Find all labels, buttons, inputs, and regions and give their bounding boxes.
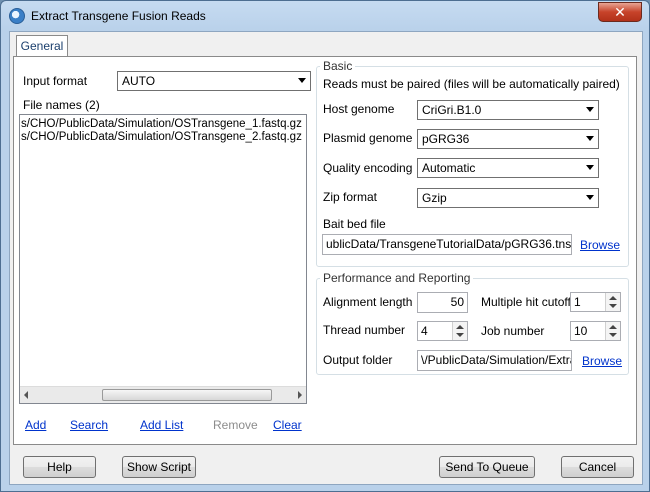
increment-icon[interactable]: [456, 325, 464, 329]
decrement-icon[interactable]: [456, 333, 464, 337]
chevron-down-icon: [586, 136, 594, 141]
tab-general[interactable]: General: [16, 35, 68, 57]
title-bar: Extract Transgene Fusion Reads ✕: [1, 1, 649, 31]
file-list[interactable]: s/CHO/PublicData/Simulation/OSTransgene_…: [19, 114, 307, 404]
scroll-right-icon[interactable]: [298, 391, 302, 399]
app-logo-icon: [9, 8, 25, 24]
window-title: Extract Transgene Fusion Reads: [31, 9, 206, 23]
output-folder-field[interactable]: \/PublicData/Simulation/Extract: [417, 350, 572, 371]
performance-group-title: Performance and Reporting: [320, 271, 474, 285]
stepper-buttons[interactable]: [452, 322, 467, 340]
scrollbar-thumb[interactable]: [102, 389, 272, 401]
basic-group-title: Basic: [320, 59, 356, 73]
input-format-label: Input format: [23, 74, 88, 88]
input-format-value: AUTO: [122, 74, 156, 88]
help-button[interactable]: Help: [23, 456, 96, 478]
bait-bed-label: Bait bed file: [323, 217, 386, 231]
remove-link[interactable]: Remove: [213, 418, 258, 432]
general-tab-panel: Input format AUTO File names (2) s/CHO/P…: [13, 56, 637, 445]
scroll-left-icon[interactable]: [24, 391, 28, 399]
chevron-down-icon: [298, 78, 306, 83]
plasmid-genome-label: Plasmid genome: [323, 131, 413, 145]
dialog-window: Extract Transgene Fusion Reads ✕ General…: [0, 0, 650, 492]
zip-format-label: Zip format: [323, 190, 378, 204]
thread-number-stepper[interactable]: 4: [417, 321, 468, 341]
input-format-select[interactable]: AUTO: [117, 71, 311, 91]
multiple-hit-label: Multiple hit cutoff: [481, 295, 571, 309]
bait-bed-browse-link[interactable]: Browse: [580, 238, 620, 252]
horizontal-scrollbar[interactable]: [20, 386, 306, 403]
plasmid-genome-select[interactable]: pGRG36: [417, 129, 599, 149]
search-link[interactable]: Search: [70, 418, 108, 432]
file-names-label: File names (2): [23, 98, 100, 112]
decrement-icon[interactable]: [609, 333, 617, 337]
quality-encoding-select[interactable]: Automatic: [417, 158, 599, 178]
chevron-down-icon: [586, 107, 594, 112]
output-folder-label: Output folder: [323, 353, 393, 367]
cancel-button[interactable]: Cancel: [561, 456, 634, 478]
show-script-button[interactable]: Show Script: [122, 456, 196, 478]
paired-note: Reads must be paired (files will be auto…: [323, 77, 620, 91]
chevron-down-icon: [586, 195, 594, 200]
list-item[interactable]: s/CHO/PublicData/Simulation/OSTransgene_…: [21, 131, 302, 143]
add-link[interactable]: Add: [25, 418, 46, 432]
zip-format-value: Gzip: [422, 191, 447, 205]
quality-encoding-value: Automatic: [422, 161, 476, 175]
dialog-body: General Input format AUTO File names (2)…: [9, 31, 643, 485]
job-number-label: Job number: [481, 324, 545, 338]
alignment-length-label: Alignment length: [323, 295, 413, 309]
increment-icon[interactable]: [609, 325, 617, 329]
clear-link[interactable]: Clear: [273, 418, 302, 432]
thread-number-value: 4: [421, 324, 428, 338]
multiple-hit-stepper[interactable]: 1: [570, 292, 621, 312]
add-list-link[interactable]: Add List: [140, 418, 183, 432]
bait-bed-field[interactable]: ublicData/TransgeneTutorialData/pGRG36.t…: [322, 234, 572, 255]
host-genome-label: Host genome: [323, 102, 395, 116]
plasmid-genome-value: pGRG36: [422, 132, 470, 146]
stepper-buttons[interactable]: [605, 293, 620, 311]
zip-format-select[interactable]: Gzip: [417, 188, 599, 208]
send-to-queue-button[interactable]: Send To Queue: [439, 456, 535, 478]
output-folder-browse-link[interactable]: Browse: [582, 354, 622, 368]
increment-icon[interactable]: [609, 296, 617, 300]
multiple-hit-value: 1: [574, 295, 581, 309]
quality-encoding-label: Quality encoding: [323, 161, 413, 175]
alignment-length-field[interactable]: 50: [417, 292, 468, 313]
close-button[interactable]: ✕: [598, 2, 642, 22]
host-genome-value: CriGri.B1.0: [422, 103, 482, 117]
list-item[interactable]: s/CHO/PublicData/Simulation/OSTransgene_…: [21, 118, 302, 130]
stepper-buttons[interactable]: [605, 322, 620, 340]
chevron-down-icon: [586, 165, 594, 170]
thread-number-label: Thread number: [323, 323, 406, 337]
decrement-icon[interactable]: [609, 304, 617, 308]
job-number-value: 10: [574, 324, 588, 338]
job-number-stepper[interactable]: 10: [570, 321, 621, 341]
host-genome-select[interactable]: CriGri.B1.0: [417, 100, 599, 120]
